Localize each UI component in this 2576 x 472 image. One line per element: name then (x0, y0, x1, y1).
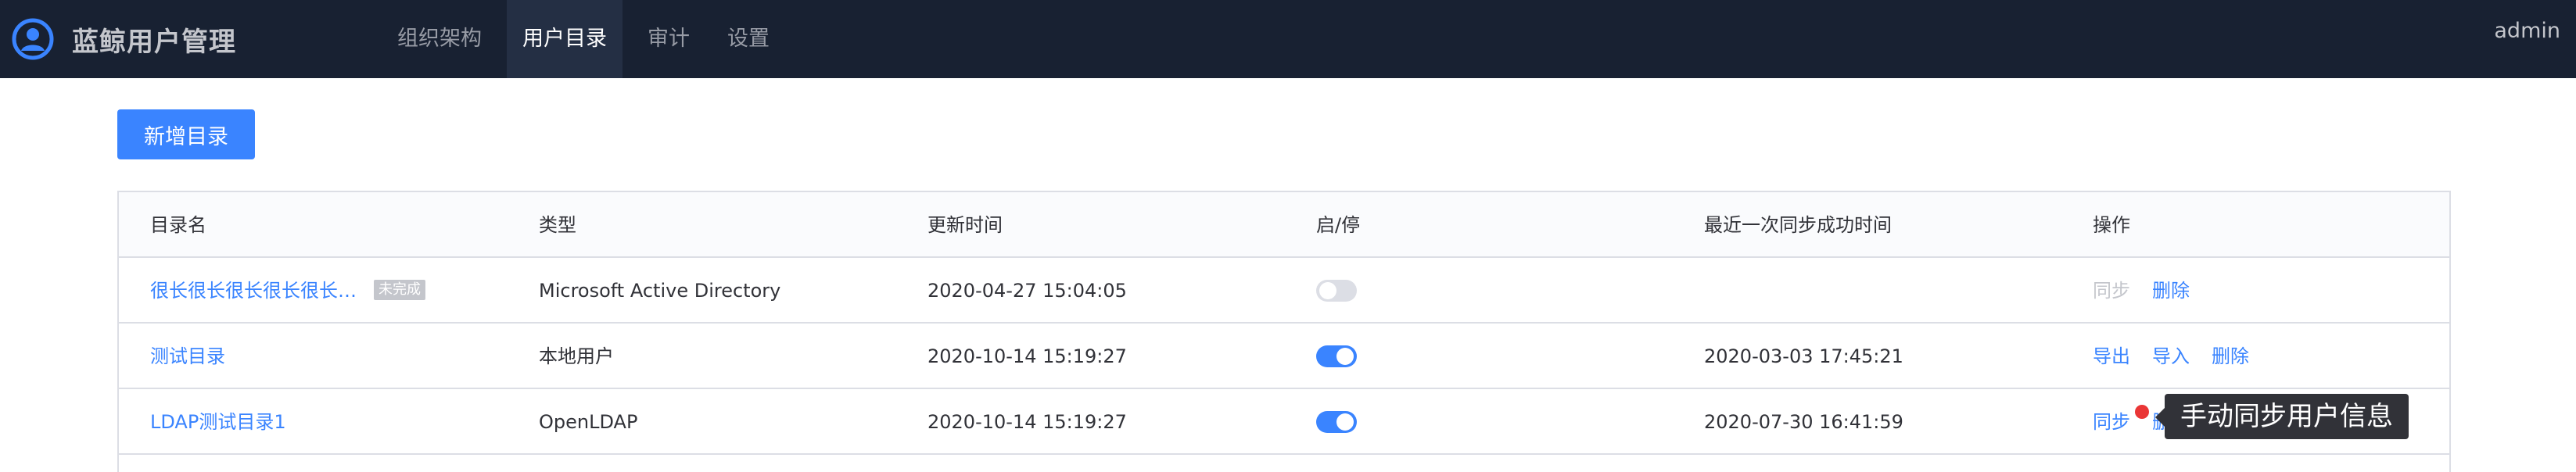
sync-tooltip: 手动同步用户信息 (2165, 394, 2409, 439)
tab-audit[interactable]: 审计 (632, 0, 705, 78)
enable-toggle[interactable] (1316, 411, 1357, 433)
table-row: LDAP测试目录1 OpenLDAP 2020-10-14 15:19:27 2… (119, 389, 2449, 455)
directory-name-link[interactable]: LDAP测试目录1 (150, 411, 286, 433)
directory-type: 本地用户 (539, 345, 614, 367)
updated-time: 2020-04-27 15:04:05 (927, 280, 1127, 302)
toggle-knob (1336, 348, 1354, 365)
user-logo-icon (12, 18, 54, 60)
delete-button[interactable]: 删除 (2212, 324, 2249, 389)
header-ops: 操作 (2093, 214, 2130, 236)
directory-type: Microsoft Active Directory (539, 280, 781, 302)
sync-button[interactable]: 同步 (2093, 258, 2130, 324)
current-user[interactable]: admin (2494, 0, 2560, 63)
directory-table: 目录名 类型 更新时间 启/停 最近一次同步成功时间 操作 很长很长很长很长很长… (117, 191, 2451, 472)
header-name: 目录名 (150, 214, 206, 236)
enable-toggle[interactable] (1316, 280, 1357, 302)
app-title: 蓝鲸用户管理 (72, 26, 236, 58)
status-badge: 未完成 (374, 280, 425, 300)
tab-user-directory[interactable]: 用户目录 (507, 0, 622, 78)
header-enabled: 启/停 (1316, 214, 1361, 236)
updated-time: 2020-10-14 15:19:27 (927, 411, 1127, 433)
tab-organization[interactable]: 组织架构 (382, 0, 497, 78)
top-navigation: 蓝鲸用户管理 组织架构 用户目录 审计 设置 admin (0, 0, 2576, 78)
add-directory-button[interactable]: 新增目录 (117, 109, 255, 159)
brand[interactable]: 蓝鲸用户管理 (11, 11, 236, 67)
table-row: 很长很长很长很长很长… 未完成 Microsoft Active Director… (119, 258, 2449, 324)
table-header: 目录名 类型 更新时间 启/停 最近一次同步成功时间 操作 (119, 192, 2449, 258)
directory-type: OpenLDAP (539, 411, 638, 433)
directory-name-link[interactable]: 很长很长很长很长很长… (150, 280, 357, 302)
click-marker (2135, 405, 2149, 419)
directory-name-link[interactable]: 测试目录 (150, 345, 225, 367)
sync-button[interactable]: 同步 (2093, 389, 2130, 455)
tooltip-arrow (2155, 408, 2165, 427)
directory-name-cell: 很长很长很长很长很长… 未完成 (150, 258, 425, 324)
directory-name-cell: LDAP测试目录1 (150, 389, 286, 455)
tab-settings[interactable]: 设置 (712, 0, 785, 78)
directory-name-cell: 测试目录 (150, 324, 225, 389)
table-row: 测试目录 本地用户 2020-10-14 15:19:27 2020-03-03… (119, 324, 2449, 389)
import-button[interactable]: 导入 (2152, 324, 2190, 389)
enable-toggle[interactable] (1316, 345, 1357, 367)
export-button[interactable]: 导出 (2093, 324, 2130, 389)
header-last-sync: 最近一次同步成功时间 (1704, 214, 1892, 236)
last-sync-time: 2020-07-30 16:41:59 (1704, 411, 1903, 433)
header-updated: 更新时间 (927, 214, 1003, 236)
header-type: 类型 (539, 214, 576, 236)
updated-time: 2020-10-14 15:19:27 (927, 345, 1127, 367)
toggle-knob (1319, 282, 1336, 299)
delete-button[interactable]: 删除 (2152, 258, 2190, 324)
toggle-knob (1336, 413, 1354, 431)
last-sync-time: 2020-03-03 17:45:21 (1704, 345, 1903, 367)
